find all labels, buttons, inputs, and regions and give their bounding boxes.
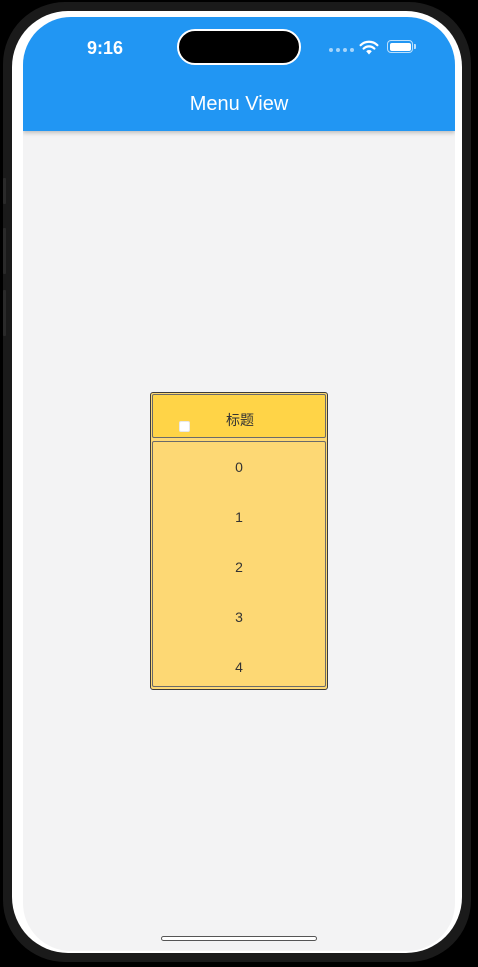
dynamic-island [177,29,301,65]
battery-tip [414,44,416,49]
menu-item-0[interactable]: 0 [153,442,325,492]
menu-item-4[interactable]: 4 [153,642,325,689]
menu-view: 标题 0 1 2 3 4 [150,392,328,690]
app-bar: 9:16 Menu View [23,17,455,131]
menu-item-2[interactable]: 2 [153,542,325,592]
side-button-volume-down [3,290,6,336]
home-indicator[interactable] [161,936,317,941]
side-button-action [3,178,6,204]
battery-icon [387,40,413,53]
screen: 9:16 Menu View 标题 0 1 2 3 4 [23,17,455,951]
wifi-icon [359,40,379,55]
page-title: Menu View [189,93,289,115]
menu-item-3[interactable]: 3 [153,592,325,642]
signal-dots-icon [329,48,354,52]
menu-header-label: 标题 [226,412,254,428]
menu-list: 0 1 2 3 4 [152,441,326,687]
menu-item-1[interactable]: 1 [153,492,325,542]
menu-header[interactable]: 标题 [152,394,326,438]
status-time: 9:16 [87,38,124,58]
side-button-volume-up [3,228,6,274]
